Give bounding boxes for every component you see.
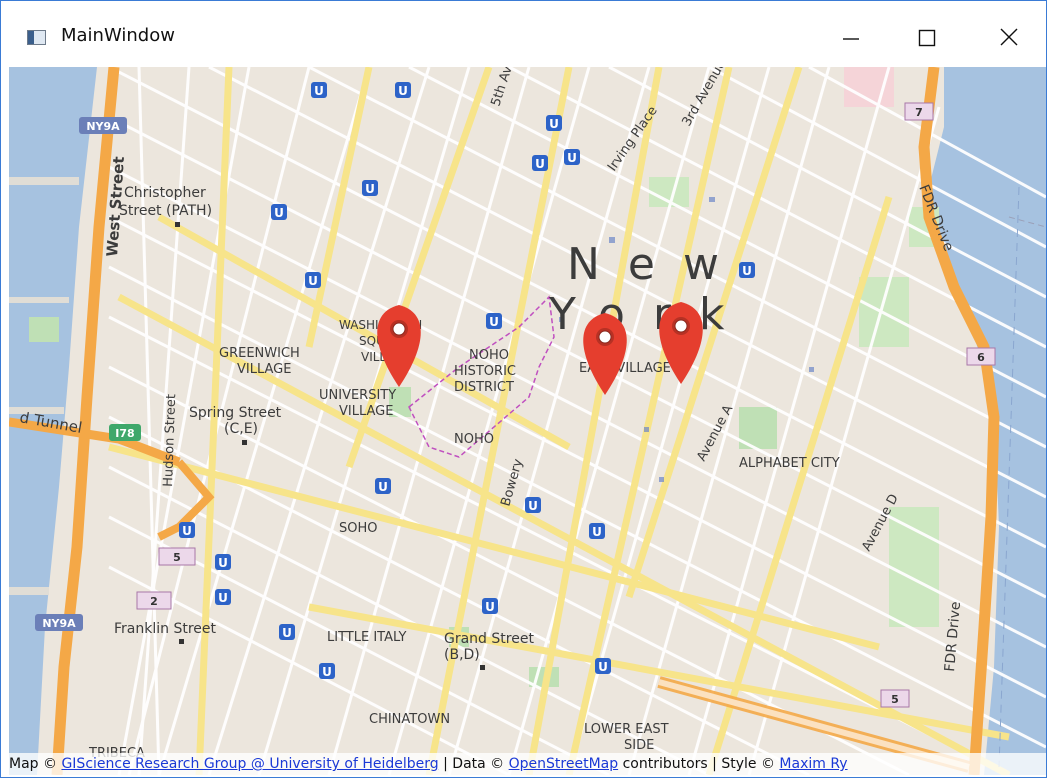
label-greenwich: GREENWICH — [219, 346, 300, 361]
label-little-italy: LITTLE ITALY — [327, 630, 406, 645]
label-alphabet-city: ALPHABET CITY — [739, 456, 840, 471]
svg-text:U: U — [489, 315, 499, 329]
svg-text:5: 5 — [891, 693, 899, 706]
label-noho: NOHO — [454, 432, 494, 447]
label-christopher-path: Street (PATH) — [119, 203, 212, 219]
maximize-icon — [918, 29, 936, 47]
map-attribution: Map © GIScience Research Group @ Univers… — [9, 753, 1046, 775]
attribution-link-style[interactable]: Maxim Ry — [779, 756, 847, 772]
svg-text:U: U — [314, 84, 324, 98]
shield-5-left: 5 — [158, 547, 196, 566]
svg-text:U: U — [218, 591, 228, 605]
svg-text:U: U — [528, 499, 538, 513]
map-view[interactable]: West Street Hudson Street 5th Av Irving … — [9, 67, 1046, 775]
close-icon — [1000, 28, 1018, 46]
attribution-suffix: contributors | Style © — [622, 756, 775, 772]
city-label-new: New — [567, 239, 747, 290]
svg-text:NY9A: NY9A — [42, 617, 76, 630]
attribution-link-giscience[interactable]: GIScience Research Group @ University of… — [61, 756, 438, 772]
label-greenwich-village: VILLAGE — [237, 362, 291, 377]
minimize-icon — [843, 38, 859, 40]
svg-text:U: U — [742, 264, 752, 278]
label-district: DISTRICT — [454, 380, 514, 395]
label-spring: Spring Street — [189, 405, 282, 421]
attribution-prefix: Map © — [9, 756, 57, 772]
title-bar[interactable]: MainWindow — [1, 1, 1046, 67]
svg-text:U: U — [592, 525, 602, 539]
label-side: SIDE — [624, 738, 654, 753]
minimize-button[interactable] — [826, 15, 876, 55]
svg-text:U: U — [535, 157, 545, 171]
label-spring-ce: (C,E) — [224, 421, 258, 437]
svg-text:I78: I78 — [115, 427, 134, 440]
svg-text:U: U — [322, 665, 332, 679]
svg-text:2: 2 — [150, 595, 158, 608]
svg-text:7: 7 — [915, 106, 923, 119]
shield-6: 6 — [966, 347, 996, 366]
label-franklin: Franklin Street — [114, 621, 217, 637]
label-soho: SOHO — [339, 521, 378, 536]
label-university-village: VILLAGE — [339, 404, 393, 419]
map-canvas[interactable]: West Street Hudson Street 5th Av Irving … — [9, 67, 1046, 775]
label-grand-bd: (B,D) — [444, 647, 480, 663]
shield-ny9a-top: NY9A — [79, 117, 127, 134]
label-lower-east: LOWER EAST — [584, 722, 669, 737]
close-button[interactable] — [984, 15, 1034, 55]
svg-text:U: U — [549, 117, 559, 131]
svg-text:5: 5 — [173, 551, 181, 564]
svg-text:U: U — [182, 524, 192, 538]
shield-5-right: 5 — [880, 689, 910, 708]
label-christopher: Christopher — [124, 185, 206, 201]
svg-text:U: U — [282, 626, 292, 640]
shield-i78: I78 — [109, 424, 141, 441]
label-chinatown: CHINATOWN — [369, 712, 450, 727]
shield-ny9a-bottom: NY9A — [35, 614, 83, 631]
city-label-york: York — [548, 289, 753, 340]
main-window: MainWindow West Street Hudson Street 5th… — [0, 0, 1047, 778]
svg-text:U: U — [567, 151, 577, 165]
svg-text:U: U — [274, 206, 284, 220]
svg-text:U: U — [378, 480, 388, 494]
svg-text:6: 6 — [977, 351, 985, 364]
attribution-link-osm[interactable]: OpenStreetMap — [509, 756, 618, 772]
window-title: MainWindow — [61, 25, 175, 46]
label-university: UNIVERSITY — [319, 388, 396, 403]
svg-text:U: U — [398, 84, 408, 98]
shield-7: 7 — [904, 102, 934, 121]
svg-text:U: U — [308, 274, 318, 288]
svg-text:U: U — [218, 556, 228, 570]
attribution-mid: | Data © — [443, 756, 505, 772]
app-icon — [27, 30, 46, 45]
maximize-button[interactable] — [902, 15, 952, 55]
svg-text:U: U — [598, 660, 608, 674]
svg-text:NY9A: NY9A — [86, 120, 120, 133]
label-noho-hist: NOHO — [469, 348, 509, 363]
label-historic: HISTORIC — [454, 364, 516, 379]
svg-text:U: U — [365, 182, 375, 196]
label-grand: Grand Street — [444, 631, 534, 647]
svg-text:U: U — [485, 600, 495, 614]
shield-2: 2 — [136, 591, 172, 610]
